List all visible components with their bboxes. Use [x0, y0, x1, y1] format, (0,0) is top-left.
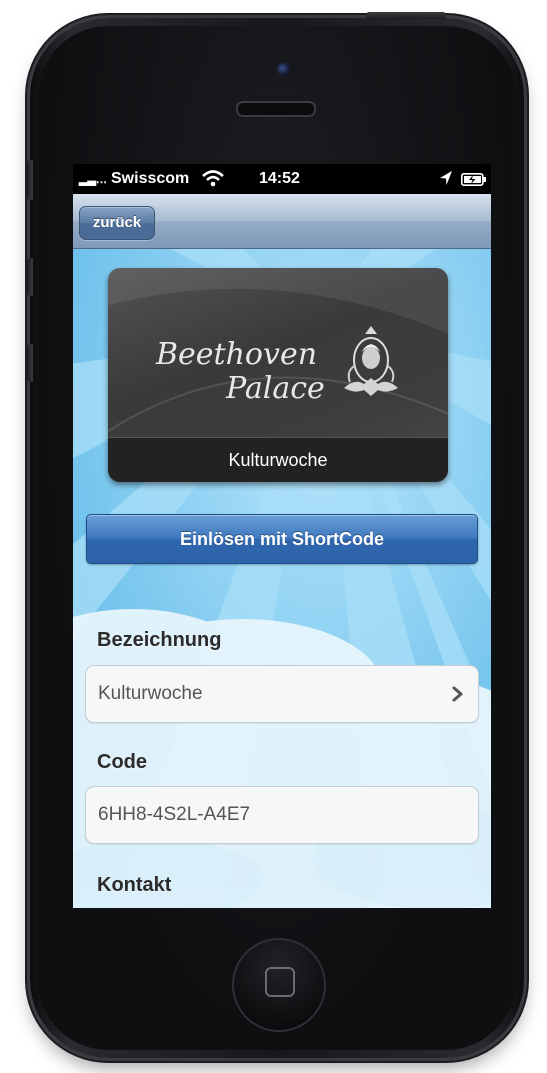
status-bar: ▂▃․․․ Swisscom 14:52	[73, 164, 491, 194]
voucher-card[interactable]: Beethoven Palace Kulturwoche	[108, 268, 448, 482]
home-button-square-icon	[265, 967, 295, 997]
location-arrow-icon	[439, 170, 453, 191]
volume-up-button	[27, 258, 33, 296]
redeem-shortcode-button[interactable]: Einlösen mit ShortCode	[86, 514, 478, 564]
svg-text:Palace: Palace	[225, 371, 325, 406]
navigation-bar: zurück	[73, 194, 491, 249]
status-time: 14:52	[259, 170, 300, 187]
svg-text:Beethoven: Beethoven	[155, 337, 317, 372]
designation-label: Bezeichnung	[97, 629, 222, 651]
content-area: Beethoven Palace Kulturwoche Einlösen mi…	[73, 249, 491, 908]
contact-label: Kontakt	[97, 874, 172, 896]
signal-strength: ▂▃․․․	[79, 174, 107, 186]
battery-charging-icon	[461, 173, 487, 191]
front-camera	[277, 63, 290, 76]
wifi-icon	[201, 168, 225, 193]
chevron-right-icon	[452, 666, 464, 743]
designation-value: Kulturwoche	[98, 683, 203, 704]
phone-screen: ▂▃․․․ Swisscom 14:52 zurück Beethoven Pa…	[73, 164, 491, 908]
code-label: Code	[97, 751, 147, 773]
power-button	[366, 12, 446, 19]
code-value: 6HH8-4S2L-A4E7	[98, 804, 251, 825]
code-field[interactable]: 6HH8-4S2L-A4E7	[85, 786, 479, 844]
beethoven-crest-icon	[340, 322, 402, 407]
designation-field[interactable]: Kulturwoche	[85, 665, 479, 723]
back-button[interactable]: zurück	[79, 206, 155, 240]
volume-down-button	[27, 344, 33, 382]
earpiece-speaker	[236, 101, 316, 117]
mute-switch	[27, 160, 33, 200]
card-caption: Kulturwoche	[108, 437, 448, 482]
carrier-name: Swisscom	[111, 170, 190, 187]
